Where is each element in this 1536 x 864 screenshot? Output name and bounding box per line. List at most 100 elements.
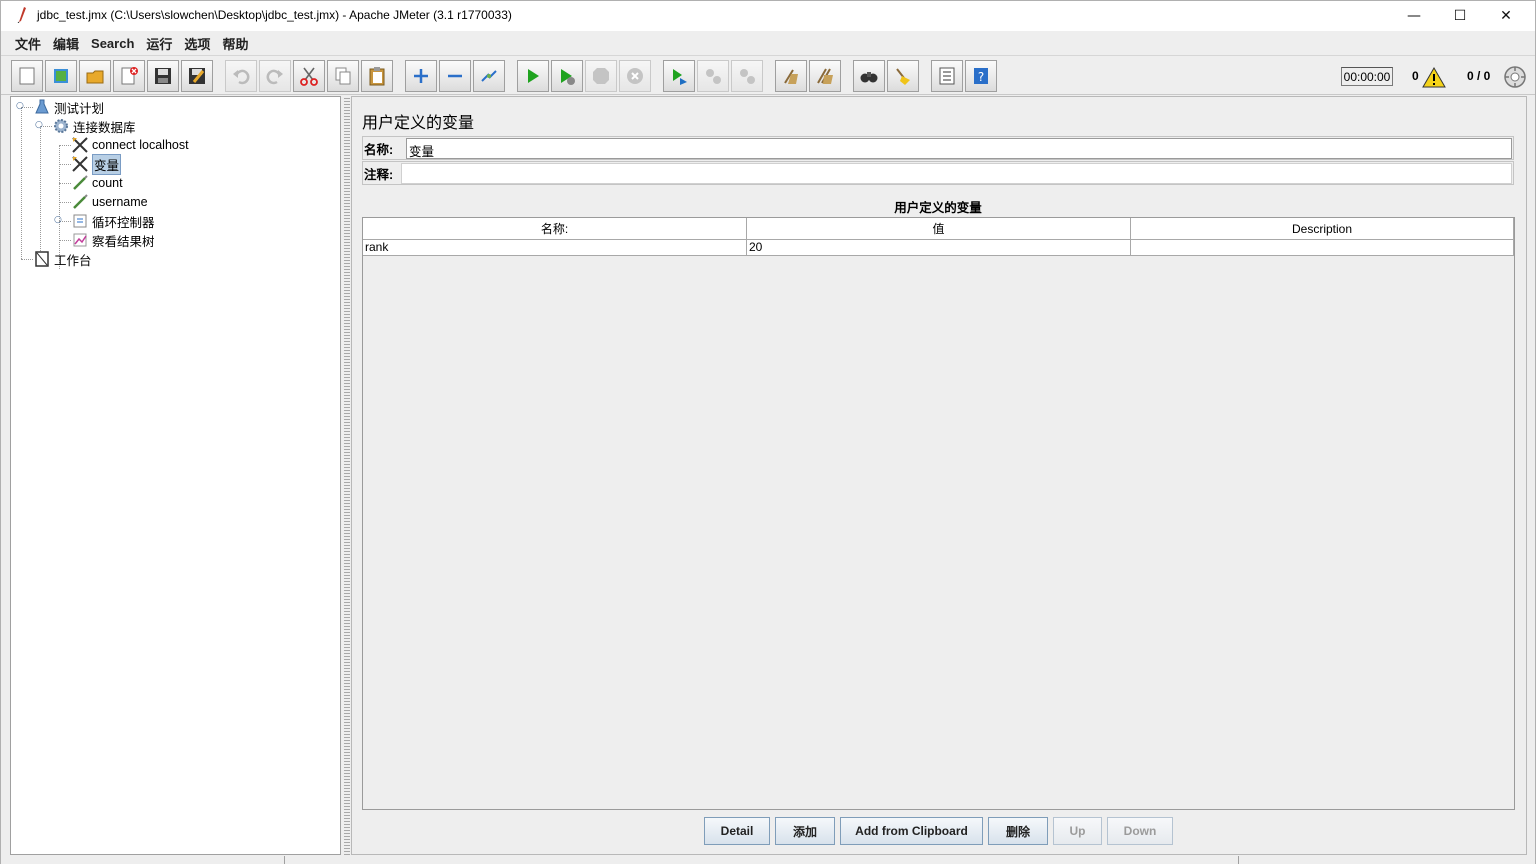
config-element-icon <box>71 136 89 154</box>
tree-node-count[interactable]: count <box>71 174 123 192</box>
expand-toggle-icon[interactable]: ○ <box>54 216 63 225</box>
templates-icon <box>54 69 68 83</box>
new-button[interactable] <box>11 60 43 92</box>
name-input[interactable]: 变量 <box>406 137 1512 159</box>
up-button[interactable]: Up <box>1053 817 1102 845</box>
function-helper-button[interactable] <box>931 60 963 92</box>
status-strip <box>1 856 1535 864</box>
remote-shutdown-button[interactable] <box>731 60 763 92</box>
status-divider <box>284 856 285 864</box>
copy-button[interactable] <box>327 60 359 92</box>
save-as-button[interactable] <box>181 60 213 92</box>
stop-button[interactable] <box>585 60 617 92</box>
cut-button[interactable] <box>293 60 325 92</box>
loop-controller-icon <box>71 212 89 230</box>
templates-button[interactable] <box>45 60 77 92</box>
remote-status-icon <box>1504 66 1526 88</box>
add-from-clipboard-button[interactable]: Add from Clipboard <box>840 817 983 845</box>
paste-icon <box>369 67 385 86</box>
tree-node-label: username <box>92 195 148 209</box>
redo-button[interactable] <box>259 60 291 92</box>
panel-title: 用户定义的变量 <box>362 115 475 132</box>
paste-button[interactable] <box>361 60 393 92</box>
open-button[interactable] <box>79 60 111 92</box>
window-title: jdbc_test.jmx (C:\Users\slowchen\Desktop… <box>37 8 512 22</box>
tree-node-view-results-tree[interactable]: 察看结果树 <box>71 231 155 249</box>
name-field-row: 名称: 变量 <box>362 137 1512 159</box>
down-button[interactable]: Down <box>1107 817 1173 845</box>
table-title: 用户定义的变量 <box>894 201 982 215</box>
menu-options[interactable]: 选项 <box>178 34 216 53</box>
sampler-pen-icon <box>71 193 89 211</box>
minimize-button[interactable]: — <box>1391 1 1437 31</box>
collapse-all-button[interactable] <box>439 60 471 92</box>
start-button[interactable] <box>517 60 549 92</box>
save-button[interactable] <box>147 60 179 92</box>
menu-run[interactable]: 运行 <box>140 34 178 53</box>
jmeter-window: jdbc_test.jmx (C:\Users\slowchen\Desktop… <box>0 0 1536 864</box>
close-window-button[interactable]: ✕ <box>1483 1 1529 31</box>
new-icon <box>19 67 35 85</box>
tree-node-label: 测试计划 <box>54 101 105 116</box>
tree-node-username[interactable]: username <box>71 193 148 211</box>
shutdown-button[interactable] <box>619 60 651 92</box>
table-cell-value[interactable]: 20 <box>747 240 1131 256</box>
redo-icon <box>266 69 283 85</box>
remote-start-button[interactable] <box>663 60 695 92</box>
column-header-description[interactable]: Description <box>1131 218 1514 240</box>
table-cell-name[interactable]: rank <box>363 240 747 256</box>
comment-input[interactable] <box>401 162 1512 184</box>
user-defined-variables-panel: 用户定义的变量 名称: 变量 注释: 用户定义的变量 名称: 值 Descrip… <box>351 96 1527 855</box>
tree-node-variables[interactable]: 变量 <box>71 153 122 175</box>
open-icon <box>86 70 104 84</box>
expand-all-button[interactable] <box>405 60 437 92</box>
warning-count: 0 <box>1412 69 1419 83</box>
tree-node-label: 工作台 <box>54 253 92 268</box>
reset-search-button[interactable] <box>887 60 919 92</box>
collapse-toggle-icon[interactable]: ○ <box>16 102 25 111</box>
listener-chart-icon <box>71 231 89 249</box>
tree-node-loop-controller[interactable]: 循环控制器 <box>71 212 155 230</box>
undo-button[interactable] <box>225 60 257 92</box>
remote-shutdown-icon <box>740 69 755 84</box>
tree-node-label: 察看结果树 <box>92 234 155 249</box>
tree-node-label: count <box>92 176 123 190</box>
maximize-icon: ☐ <box>1453 8 1467 24</box>
close-file-button[interactable] <box>113 60 145 92</box>
active-threads: 0 / 0 <box>1467 69 1491 83</box>
column-header-value[interactable]: 值 <box>747 218 1131 240</box>
menu-edit[interactable]: 编辑 <box>47 34 85 53</box>
warning-icon[interactable] <box>1422 66 1446 88</box>
undo-icon <box>233 69 250 85</box>
clear-all-button[interactable] <box>809 60 841 92</box>
workbench-icon <box>33 250 51 268</box>
collapse-toggle-icon[interactable]: ○ <box>35 121 44 130</box>
help-icon: ? <box>974 68 988 84</box>
tree-node-connect-localhost[interactable]: connect localhost <box>71 136 189 154</box>
maximize-button[interactable]: ☐ <box>1437 1 1483 31</box>
remote-stop-icon <box>706 69 721 84</box>
tree-node-test-plan[interactable]: 测试计划 <box>33 98 104 116</box>
delete-button[interactable]: 删除 <box>988 817 1048 845</box>
remote-start-icon <box>673 69 687 85</box>
tree-node-thread-group[interactable]: 连接数据库 <box>52 117 136 135</box>
toolbar: ? 00:00:00 0 0 / 0 <box>1 55 1535 95</box>
add-button[interactable]: 添加 <box>775 817 835 845</box>
table-cell-description[interactable] <box>1131 240 1514 256</box>
menu-search[interactable]: Search <box>85 36 140 51</box>
menu-help[interactable]: 帮助 <box>216 34 254 53</box>
start-no-pauses-button[interactable] <box>551 60 583 92</box>
test-plan-tree: ○ ○ ○ 测试计划 连接数据库 connect localhost 变量 co… <box>10 96 341 855</box>
close-icon: ✕ <box>1500 8 1512 24</box>
remote-stop-button[interactable] <box>697 60 729 92</box>
tree-node-workbench[interactable]: 工作台 <box>33 250 92 268</box>
menu-file[interactable]: 文件 <box>9 34 47 53</box>
search-button[interactable] <box>853 60 885 92</box>
status-divider <box>1238 856 1239 864</box>
detail-button[interactable]: Detail <box>704 817 770 845</box>
help-button[interactable]: ? <box>965 60 997 92</box>
panel-splitter[interactable] <box>344 96 350 855</box>
column-header-name[interactable]: 名称: <box>363 218 747 240</box>
toggle-button[interactable] <box>473 60 505 92</box>
clear-button[interactable] <box>775 60 807 92</box>
